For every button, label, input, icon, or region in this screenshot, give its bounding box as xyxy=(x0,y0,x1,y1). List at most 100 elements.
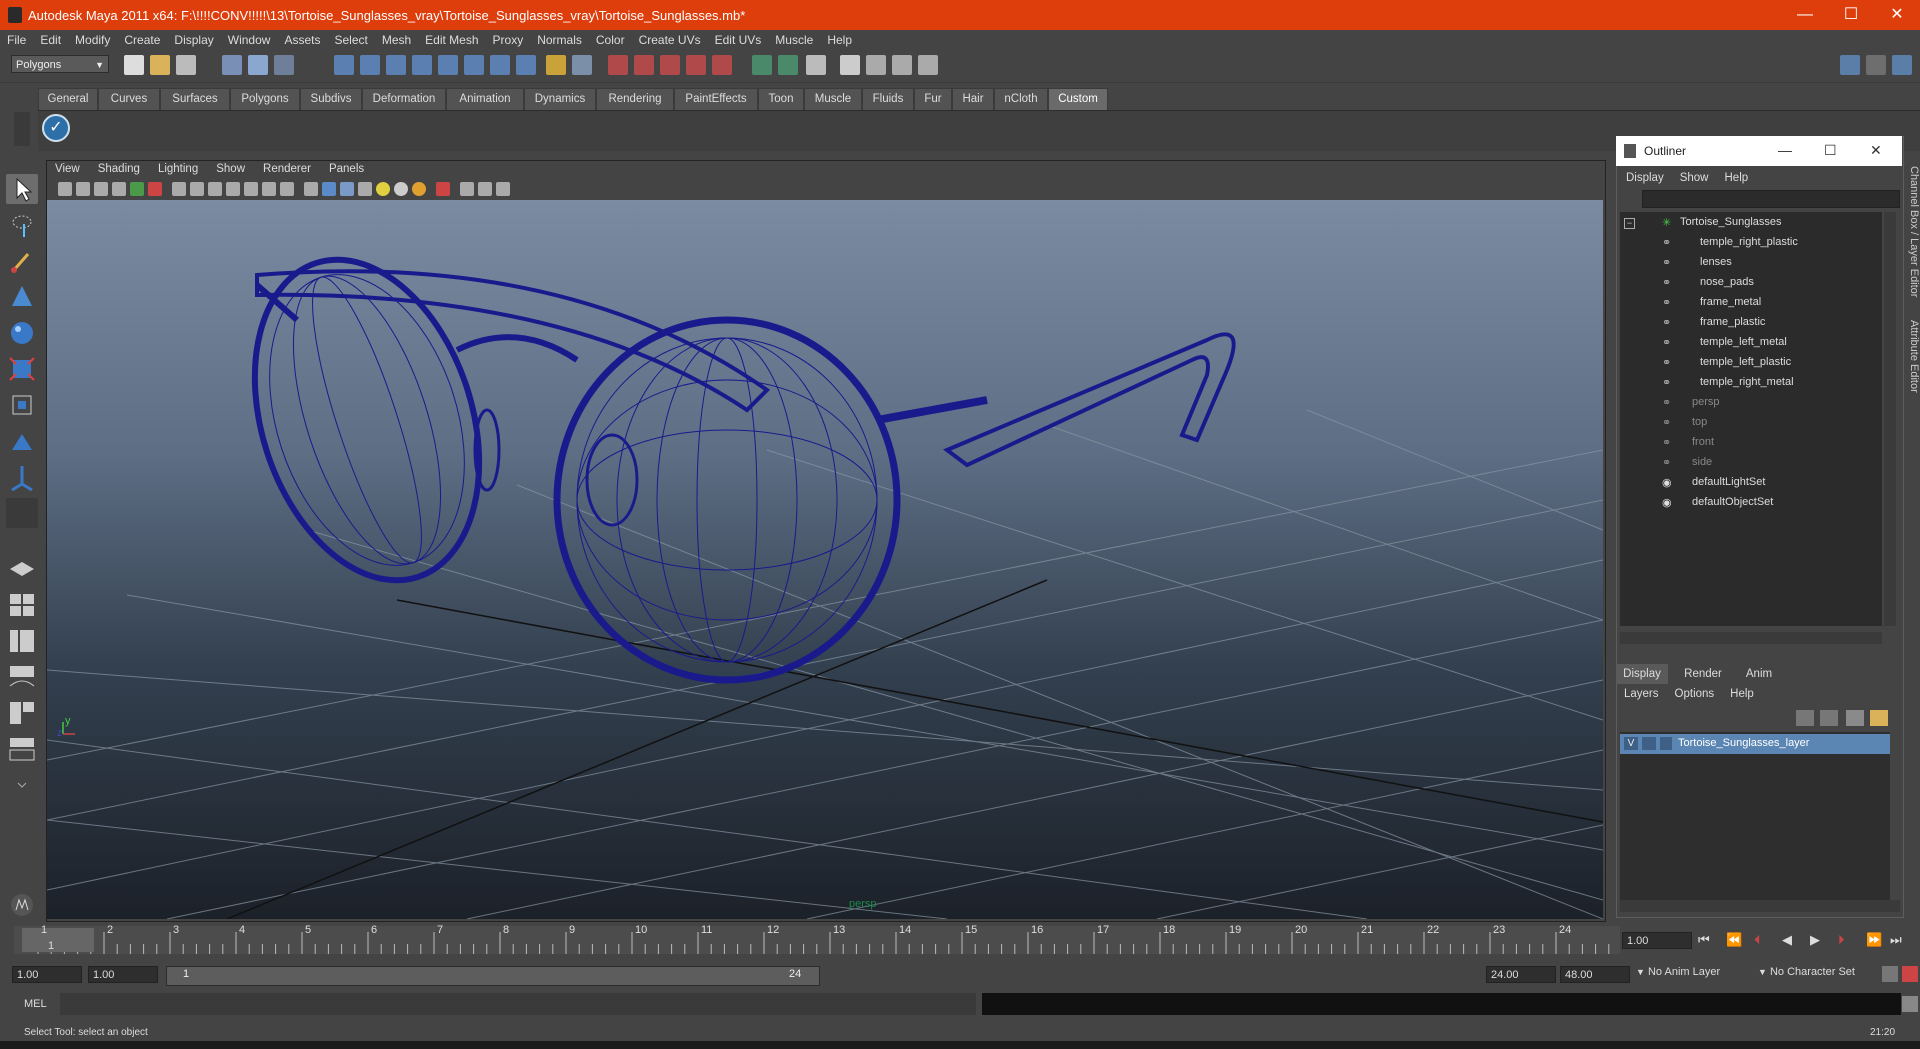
tab-fluids[interactable]: Fluids xyxy=(862,88,914,110)
tree-item-set[interactable]: defaultObjectSet xyxy=(1692,496,1773,508)
tab-polygons[interactable]: Polygons xyxy=(230,88,300,110)
minimize-button[interactable]: — xyxy=(1782,0,1828,30)
viewport-menu-view[interactable]: View xyxy=(46,160,89,175)
script-editor-icon[interactable] xyxy=(1902,996,1918,1012)
tab-ncloth[interactable]: nCloth xyxy=(994,88,1048,110)
tab-animation[interactable]: Animation xyxy=(446,88,524,110)
attribute-editor-toggle-icon[interactable] xyxy=(1840,55,1860,75)
tree-item-child[interactable]: temple_right_metal xyxy=(1700,376,1794,388)
outliner-horizontal-scrollbar[interactable] xyxy=(1620,632,1882,644)
auto-key-icon[interactable] xyxy=(1882,966,1898,982)
menu-set-dropdown[interactable]: Polygons ▼ xyxy=(11,55,109,73)
layer-tab-render[interactable]: Render xyxy=(1672,664,1734,684)
layer-visibility-toggle[interactable]: V xyxy=(1624,737,1638,750)
move-tool-icon[interactable] xyxy=(6,282,38,312)
open-scene-icon[interactable] xyxy=(150,55,170,75)
step-back-key-icon[interactable]: ⏪ xyxy=(1726,932,1742,948)
tree-item-child[interactable]: frame_plastic xyxy=(1700,316,1765,328)
render-current-frame-icon[interactable] xyxy=(752,55,772,75)
tab-painteffects[interactable]: PaintEffects xyxy=(674,88,758,110)
script-editor-icon[interactable] xyxy=(918,55,938,75)
safe-title-icon[interactable] xyxy=(262,182,276,196)
tree-item-camera[interactable]: side xyxy=(1692,456,1712,468)
film-gate-icon[interactable] xyxy=(148,182,162,196)
layer-tab-anim[interactable]: Anim xyxy=(1736,664,1782,684)
tree-item-child[interactable]: frame_metal xyxy=(1700,296,1761,308)
new-scene-icon[interactable] xyxy=(124,55,144,75)
layer-color-swatch[interactable] xyxy=(1660,737,1672,750)
tab-subdivs[interactable]: Subdivs xyxy=(300,88,362,110)
shelf-menu-toggle[interactable] xyxy=(14,112,30,146)
selection-mask-icon[interactable] xyxy=(572,55,592,75)
select-camera-icon[interactable] xyxy=(58,182,72,196)
make-live-icon[interactable] xyxy=(712,55,732,75)
menu-select[interactable]: Select xyxy=(327,30,374,47)
channel-box-side-tab[interactable]: Channel Box / Layer Editor xyxy=(1903,166,1920,306)
character-set-dropdown[interactable]: ▼ No Character Set xyxy=(1758,966,1882,983)
image-plane-icon[interactable] xyxy=(112,182,126,196)
layer-tab-display[interactable]: Display xyxy=(1616,664,1668,684)
viewport-menu-renderer[interactable]: Renderer xyxy=(254,160,320,175)
isolate-select-icon[interactable] xyxy=(436,182,450,196)
gate-mask-icon[interactable] xyxy=(208,182,222,196)
layer-name[interactable]: Tortoise_Sunglasses_layer xyxy=(1678,737,1809,749)
default-light-icon[interactable] xyxy=(376,182,390,196)
layer-menu-layers[interactable]: Layers xyxy=(1616,688,1667,700)
grid-icon[interactable] xyxy=(172,182,186,196)
sunglasses-wireframe[interactable] xyxy=(47,200,1236,684)
tool-settings-toggle-icon[interactable] xyxy=(1866,55,1886,75)
viewport-menu-show[interactable]: Show xyxy=(207,160,254,175)
outliner-menu-help[interactable]: Help xyxy=(1717,172,1757,184)
layer-horizontal-scrollbar[interactable] xyxy=(1620,900,1900,912)
xray-icon[interactable] xyxy=(460,182,474,196)
lock-icon[interactable] xyxy=(546,55,566,75)
snap-icon[interactable] xyxy=(490,55,510,75)
close-button[interactable]: ✕ xyxy=(1874,0,1920,30)
tab-muscle[interactable]: Muscle xyxy=(804,88,862,110)
tree-item-child[interactable]: nose_pads xyxy=(1700,276,1754,288)
play-backwards-icon[interactable]: ◀ xyxy=(1782,932,1792,948)
select-tool-icon[interactable] xyxy=(6,174,38,204)
menu-mesh[interactable]: Mesh xyxy=(375,30,418,47)
wireframe-on-shaded-icon[interactable] xyxy=(340,182,354,196)
tab-dynamics[interactable]: Dynamics xyxy=(524,88,596,110)
menu-muscle[interactable]: Muscle xyxy=(768,30,820,47)
step-forward-frame-icon[interactable]: ⏵ xyxy=(1838,932,1845,948)
tree-item-set[interactable]: defaultLightSet xyxy=(1692,476,1765,488)
tree-item-child[interactable]: lenses xyxy=(1700,256,1732,268)
maximize-button[interactable]: ☐ xyxy=(1828,0,1874,30)
tree-item-camera[interactable]: top xyxy=(1692,416,1707,428)
menu-color[interactable]: Color xyxy=(589,30,632,47)
single-pane-layout-icon[interactable] xyxy=(6,554,38,584)
layer-menu-options[interactable]: Options xyxy=(1667,688,1723,700)
tab-toon[interactable]: Toon xyxy=(758,88,804,110)
new-layer-selected-icon[interactable] xyxy=(1870,710,1888,726)
select-hierarchy-icon[interactable] xyxy=(222,55,242,75)
tree-item-root[interactable]: Tortoise_Sunglasses xyxy=(1680,216,1782,228)
persp-graph-layout-icon[interactable] xyxy=(6,662,38,692)
snap-curve-icon[interactable] xyxy=(360,55,380,75)
menu-edit[interactable]: Edit xyxy=(33,30,68,47)
menu-create-uvs[interactable]: Create UVs xyxy=(632,30,708,47)
scene-canvas[interactable]: y z xyxy=(47,200,1603,919)
save-scene-icon[interactable] xyxy=(176,55,196,75)
scale-tool-icon[interactable] xyxy=(6,354,38,384)
viewport-menu-lighting[interactable]: Lighting xyxy=(149,160,207,175)
soft-mod-tool-icon[interactable] xyxy=(6,426,38,456)
attribute-icon[interactable] xyxy=(892,55,912,75)
step-back-frame-icon[interactable]: ⏴ xyxy=(1754,932,1761,948)
show-manipulator-icon[interactable] xyxy=(6,462,38,492)
tab-surfaces[interactable]: Surfaces xyxy=(160,88,230,110)
tree-item-child[interactable]: temple_right_plastic xyxy=(1700,236,1798,248)
preferences-icon[interactable] xyxy=(1902,966,1918,982)
input-ops-icon[interactable] xyxy=(634,55,654,75)
tab-general[interactable]: General xyxy=(38,88,98,110)
playback-end-field[interactable]: 24.00 xyxy=(1486,966,1556,983)
move-layer-down-icon[interactable] xyxy=(1820,710,1838,726)
graph-layout-icon[interactable] xyxy=(6,734,38,764)
render-settings-icon[interactable] xyxy=(806,55,826,75)
layer-menu-help[interactable]: Help xyxy=(1722,688,1762,700)
start-time-field[interactable]: 1.00 xyxy=(12,966,82,983)
resolution-gate-icon[interactable] xyxy=(190,182,204,196)
grease-pencil-icon[interactable] xyxy=(130,182,144,196)
